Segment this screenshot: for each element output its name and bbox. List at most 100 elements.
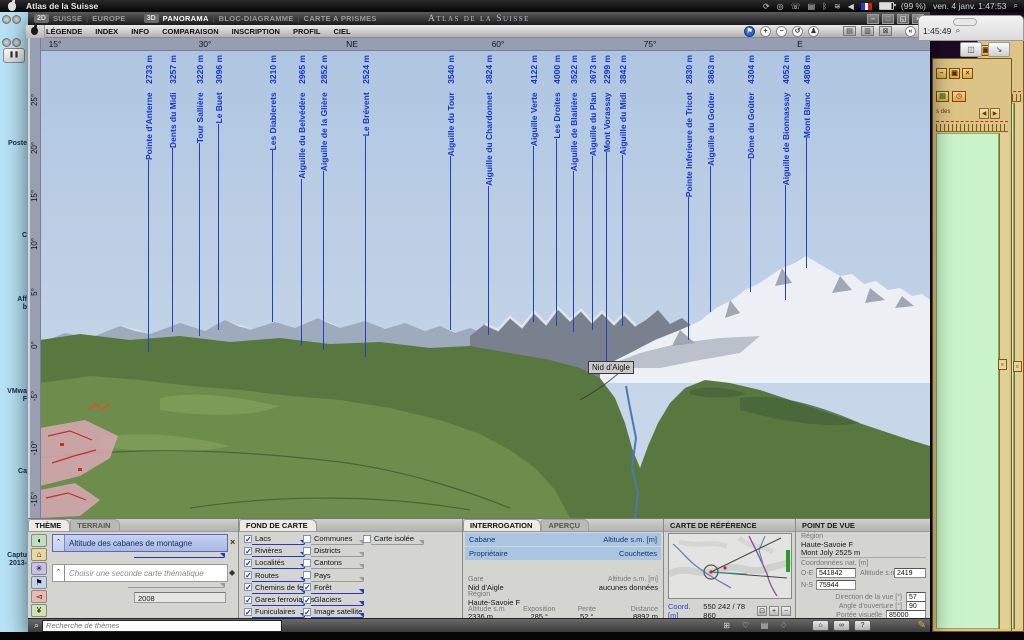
layer-slider[interactable] <box>311 568 363 569</box>
fit-icon[interactable]: ⊡ <box>757 606 767 616</box>
hut-icon[interactable]: ⌂ <box>31 548 47 561</box>
spotlight-icon[interactable]: ⌕ <box>1014 1 1018 11</box>
panorama-view[interactable]: 15°30°NE60°75°E Pointe d'Anterne 2733 mD… <box>40 38 930 518</box>
spinner-left-icon[interactable]: ◀ <box>979 108 989 119</box>
apple-button[interactable] <box>26 25 45 38</box>
flag-icon[interactable]: ⚑ <box>744 26 755 37</box>
screenshot-icon[interactable]: ◫ <box>960 42 982 57</box>
tab-theme[interactable]: THÈME <box>28 519 70 531</box>
layer-slider[interactable] <box>311 544 363 545</box>
checked-checkbox-lacs[interactable]: ✓ <box>244 535 252 543</box>
desktop-icon-label[interactable]: C <box>0 232 27 240</box>
maximize-icon[interactable]: ▣ <box>949 68 960 79</box>
badge-icon[interactable]: ♡ <box>739 620 752 631</box>
desktop-icon-label[interactable]: Ca <box>0 468 27 476</box>
zoom-out-icon[interactable]: − <box>781 606 791 616</box>
desktop-icon-label[interactable]: VMwa F <box>0 388 27 403</box>
input-language-flag-icon[interactable] <box>861 3 872 10</box>
tab-terrain[interactable]: TERRAIN <box>70 519 119 531</box>
tab-apercu[interactable]: APERÇU <box>541 519 589 531</box>
checked-checkbox-funiculaires[interactable]: ✓ <box>244 608 252 616</box>
tab-interrogation[interactable]: INTERROGATION <box>463 519 541 531</box>
plant-icon[interactable]: ¥ <box>31 604 47 617</box>
menu-item-inscription[interactable]: INSCRIPTION <box>232 27 280 36</box>
layer-slider[interactable] <box>311 593 363 594</box>
phone-icon[interactable]: ☏ <box>791 2 801 11</box>
layer-slider[interactable] <box>252 581 304 582</box>
checked-checkbox-gares-ferroviaires[interactable]: ✓ <box>244 596 252 604</box>
wifi-icon[interactable]: ≋ <box>834 2 841 11</box>
minimize-icon[interactable]: – <box>867 14 879 24</box>
menu-item-comparaison[interactable]: COMPARAISON <box>162 27 219 36</box>
layer-slider[interactable] <box>311 581 363 582</box>
close-icon[interactable]: × <box>962 68 973 79</box>
record-icon[interactable]: ◎ <box>777 2 784 11</box>
shell-icon[interactable]: ◖ <box>31 534 47 547</box>
bluetooth-icon[interactable]: ᛒ <box>822 2 827 11</box>
chevron-up-icon[interactable]: ⌃ <box>53 565 65 581</box>
nav-2d-badge[interactable]: 2D <box>34 14 49 23</box>
layer-slider[interactable] <box>252 593 304 594</box>
spinner-right-icon[interactable]: ▶ <box>990 108 1000 119</box>
maximize-icon[interactable]: □ <box>882 14 894 24</box>
unchecked-checkbox-pays[interactable] <box>303 571 311 579</box>
home-icon[interactable]: ⌂ <box>812 620 829 631</box>
diamond-icon[interactable]: ♢ <box>777 620 790 631</box>
theme-search-input[interactable] <box>42 620 282 632</box>
mini-clock-window[interactable]: 1:45:49 ⌕ <box>918 15 1024 41</box>
link-icon[interactable]: ∞ <box>833 620 850 631</box>
checked-checkbox-forêt[interactable]: ✓ <box>303 583 311 591</box>
flower-icon[interactable]: ✳ <box>31 562 47 575</box>
scroll-handle[interactable]: ≡ <box>998 359 1007 370</box>
fish-icon[interactable]: ◅ <box>31 590 47 603</box>
zoom-in-icon[interactable]: + <box>760 26 771 37</box>
menu-item-index[interactable]: INDEX <box>95 27 118 36</box>
restore-icon[interactable]: ◱ <box>897 14 909 24</box>
nav-item-panorama[interactable]: PANORAMA <box>163 14 209 23</box>
layer-slider[interactable] <box>371 544 423 545</box>
desktop-icon-label[interactable]: Captu 2013- <box>0 552 27 567</box>
bg-window-button[interactable] <box>2 15 11 24</box>
desktop-icon-label[interactable]: Poste <box>0 140 27 148</box>
layer-slider[interactable] <box>252 568 304 569</box>
alt-field[interactable]: 2419 <box>894 568 926 578</box>
layer-slider[interactable] <box>311 605 363 606</box>
close-icon[interactable]: × <box>230 538 235 547</box>
layer-slider[interactable] <box>252 544 304 545</box>
chevron-up-icon[interactable]: ⌃ <box>53 535 65 551</box>
pencil-icon[interactable]: ✎ <box>918 620 926 631</box>
bg-window-button[interactable] <box>2 38 11 47</box>
display-icon[interactable]: ▤ <box>808 2 816 11</box>
unchecked-checkbox-cantons[interactable] <box>303 559 311 567</box>
unchecked-checkbox-carte-isolée[interactable] <box>363 535 371 543</box>
bg-window-button[interactable] <box>12 15 21 24</box>
checked-checkbox-rivières[interactable]: ✓ <box>244 547 252 555</box>
pause-button[interactable]: ❚❚ <box>3 48 25 63</box>
menu-item-profil[interactable]: PROFIL <box>293 27 321 36</box>
scrollbar[interactable] <box>999 133 1009 629</box>
transparency-slider[interactable] <box>134 557 224 558</box>
nav-item-carte-a-prismes[interactable]: CARTE A PRISMES <box>304 14 377 23</box>
search-icon[interactable]: ⌕ <box>955 25 960 36</box>
flag-icon[interactable]: ⚑ <box>31 576 47 589</box>
export-icon[interactable]: ⊞ <box>720 620 733 631</box>
layer-slider[interactable] <box>252 556 304 557</box>
nav-3d-badge[interactable]: 3D <box>144 14 159 23</box>
zoom-out-icon[interactable]: − <box>776 26 787 37</box>
folder-icon[interactable]: ▤ <box>936 91 949 102</box>
unchecked-checkbox-districts[interactable] <box>303 547 311 555</box>
nav-item-bloc-diagramme[interactable]: BLOC-DIAGRAMME <box>219 14 294 23</box>
reference-map[interactable] <box>668 533 792 599</box>
help-icon[interactable]: ? <box>854 620 871 631</box>
zoom-in-icon[interactable]: + <box>769 606 779 616</box>
app-titlebar[interactable]: Atlas de la Suisse 2DSUISSE|EUROPE 3DPAN… <box>28 12 930 25</box>
collapse-icon[interactable]: « <box>905 26 916 37</box>
diamond-icon[interactable]: ◆ <box>229 568 235 577</box>
menubar-clock[interactable]: ven. 4 janv. 1:47:53 <box>933 1 1007 11</box>
menu-item-légende[interactable]: LÉGENDE <box>46 27 82 36</box>
draw-arrow-icon[interactable]: ↘ <box>988 42 1010 57</box>
menu-item-info[interactable]: INFO <box>131 27 149 36</box>
panel-close-icon[interactable]: ⊠ <box>879 26 892 36</box>
secondary-theme-select[interactable]: ⌃ Choisir une seconde carte thématique <box>52 564 228 582</box>
layer-slider[interactable] <box>252 605 304 606</box>
